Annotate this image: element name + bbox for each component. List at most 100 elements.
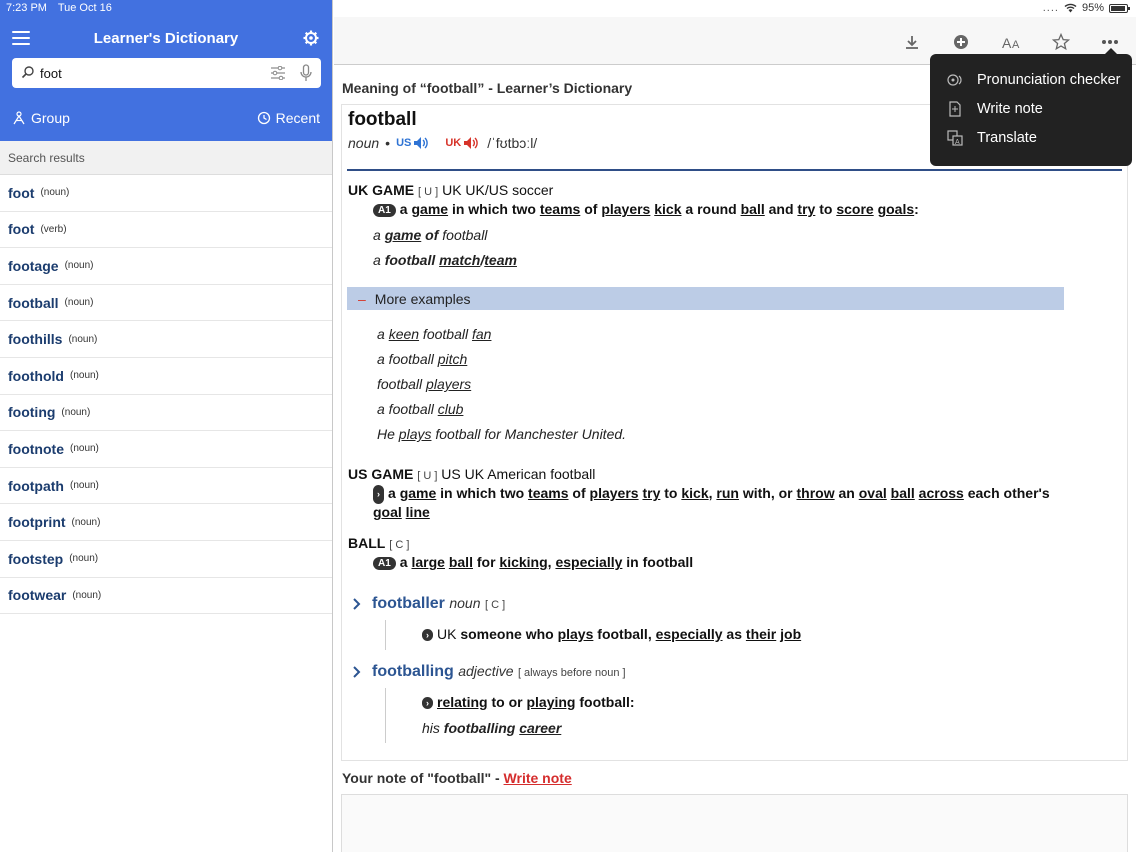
more-examples-label: More examples — [374, 291, 471, 307]
us-speaker-icon[interactable] — [413, 136, 431, 150]
meaning-title: Meaning of “football” - Learner’s Dictio… — [342, 80, 633, 96]
sidebar: Learner's Dictionary foot Group Recent S… — [0, 0, 333, 852]
note-box[interactable] — [341, 794, 1128, 852]
result-item[interactable]: foot (noun) — [0, 175, 332, 212]
group-label: Group — [31, 110, 70, 126]
menu-item-write-note[interactable]: Write note — [930, 95, 1132, 124]
uk-speaker-icon[interactable] — [463, 136, 481, 150]
write-note-link[interactable]: Write note — [504, 770, 572, 786]
result-item[interactable]: footing (noun) — [0, 395, 332, 432]
result-item[interactable]: footpath (noun) — [0, 468, 332, 505]
sense-heading: UK GAME [ U ] UK UK/US soccer — [348, 182, 554, 198]
status-date: Tue Oct 16 — [57, 2, 112, 14]
derivative-header: footballer noun [ C ] — [372, 595, 506, 612]
pos-bullet: • — [385, 135, 391, 151]
result-pos: (noun) — [69, 443, 99, 455]
example: a football match/team — [373, 252, 517, 268]
result-item[interactable]: footwear (noun) — [0, 578, 332, 615]
battery-fill — [1111, 5, 1126, 11]
result-pos: (noun) — [64, 260, 94, 272]
derivative-definition: › relating to or playing football: — [422, 694, 635, 710]
example: his footballing career — [422, 720, 562, 736]
svg-text:A: A — [955, 139, 960, 146]
result-item[interactable]: footprint (noun) — [0, 504, 332, 541]
history-icon — [257, 111, 270, 125]
derivative-definition: › UK someone who plays football, especial… — [422, 626, 801, 642]
result-item[interactable]: foot (verb) — [0, 212, 332, 249]
note-title: Your note of "football" - Write note — [342, 770, 572, 786]
result-pos: (noun) — [61, 406, 91, 418]
results-list: foot (noun) foot (verb) footage (noun) foot… — [0, 175, 332, 615]
filter-settings-icon[interactable] — [271, 66, 285, 80]
results-header: Search results — [0, 141, 332, 175]
result-item[interactable]: footnote (noun) — [0, 431, 332, 468]
search-input[interactable] — [40, 64, 260, 82]
header-divider — [347, 169, 1122, 171]
search-box — [12, 58, 321, 88]
result-pos: (noun) — [72, 589, 102, 601]
example: a football club — [377, 401, 464, 417]
sense-heading: US GAME [ U ] US UK American football — [348, 466, 596, 482]
pronunciation-icon — [947, 74, 962, 86]
sense-definition: › a game in which two teams of players tr… — [373, 485, 1050, 520]
level-badge: › — [422, 629, 433, 641]
result-item[interactable]: football (noun) — [0, 285, 332, 322]
menu-item-translate[interactable]: A Translate — [930, 124, 1132, 153]
result-word: footwear — [8, 587, 67, 604]
ipa: /ˈfʊtbɔːl/ — [487, 135, 538, 151]
us-label: US — [396, 137, 412, 149]
download-icon[interactable] — [903, 33, 921, 51]
result-word: foot — [8, 184, 35, 201]
chevron-right-icon[interactable] — [352, 598, 362, 610]
search-icon — [21, 66, 34, 79]
group-button[interactable]: Group — [12, 110, 70, 126]
pos-line: noun • US UK /ˈfʊtbɔːl/ — [348, 135, 537, 151]
pos-label: noun — [348, 135, 380, 151]
sense-heading: BALL [ C ] — [348, 535, 410, 551]
result-pos: (noun) — [40, 187, 70, 199]
app-title: Learner's Dictionary — [93, 30, 239, 47]
headword: football — [348, 109, 417, 130]
result-item[interactable]: foothills (noun) — [0, 321, 332, 358]
result-word: footing — [8, 404, 56, 421]
font-size-icon[interactable]: A A — [1002, 33, 1022, 51]
result-word: foot — [8, 221, 35, 238]
result-pos: (noun) — [64, 297, 94, 309]
derivative-header: footballing adjective [ always before no… — [372, 663, 626, 680]
result-word: footstep — [8, 550, 64, 567]
microphone-icon[interactable] — [300, 64, 312, 82]
chevron-right-icon[interactable] — [352, 666, 362, 678]
result-word: foothills — [8, 331, 63, 348]
more-examples-toggle[interactable]: – More examples — [347, 287, 1064, 310]
level-badge: A1 — [373, 557, 396, 570]
add-circle-icon[interactable] — [952, 33, 970, 51]
note-icon — [949, 101, 961, 117]
derivative-word: footballer — [372, 595, 445, 612]
level-badge: A1 — [373, 204, 396, 217]
svg-text:A: A — [1002, 35, 1012, 51]
recent-button[interactable]: Recent — [257, 110, 320, 126]
result-item[interactable]: foothold (noun) — [0, 358, 332, 395]
example: football players — [377, 376, 472, 392]
derivative-bar — [385, 688, 386, 743]
result-pos: (noun) — [69, 480, 99, 492]
result-pos: (noun) — [68, 333, 98, 345]
gear-icon[interactable] — [303, 30, 319, 46]
result-item[interactable]: footage (noun) — [0, 248, 332, 285]
derivative-word: footballing — [372, 663, 454, 680]
result-pos: (noun) — [71, 516, 101, 528]
star-icon[interactable] — [1052, 33, 1070, 51]
more-menu: Pronunciation checker Write note A Trans… — [930, 48, 1132, 166]
signal-icon: .... — [1042, 2, 1059, 14]
svg-text:A: A — [1012, 39, 1020, 51]
uk-label: UK — [445, 137, 462, 149]
recent-label: Recent — [275, 110, 320, 126]
derivative-bar — [385, 620, 386, 650]
sense-definition: A1 a large ball for kicking, especially i… — [373, 554, 693, 570]
result-item[interactable]: footstep (noun) — [0, 541, 332, 578]
status-bar: 7:23 PM Tue Oct 16 .... 95% — [0, 0, 1136, 17]
result-word: footprint — [8, 514, 66, 531]
battery-percent: 95% — [1081, 2, 1104, 14]
status-time: 7:23 PM — [6, 2, 47, 14]
menu-item-pronunciation-checker[interactable]: Pronunciation checker — [930, 66, 1132, 95]
